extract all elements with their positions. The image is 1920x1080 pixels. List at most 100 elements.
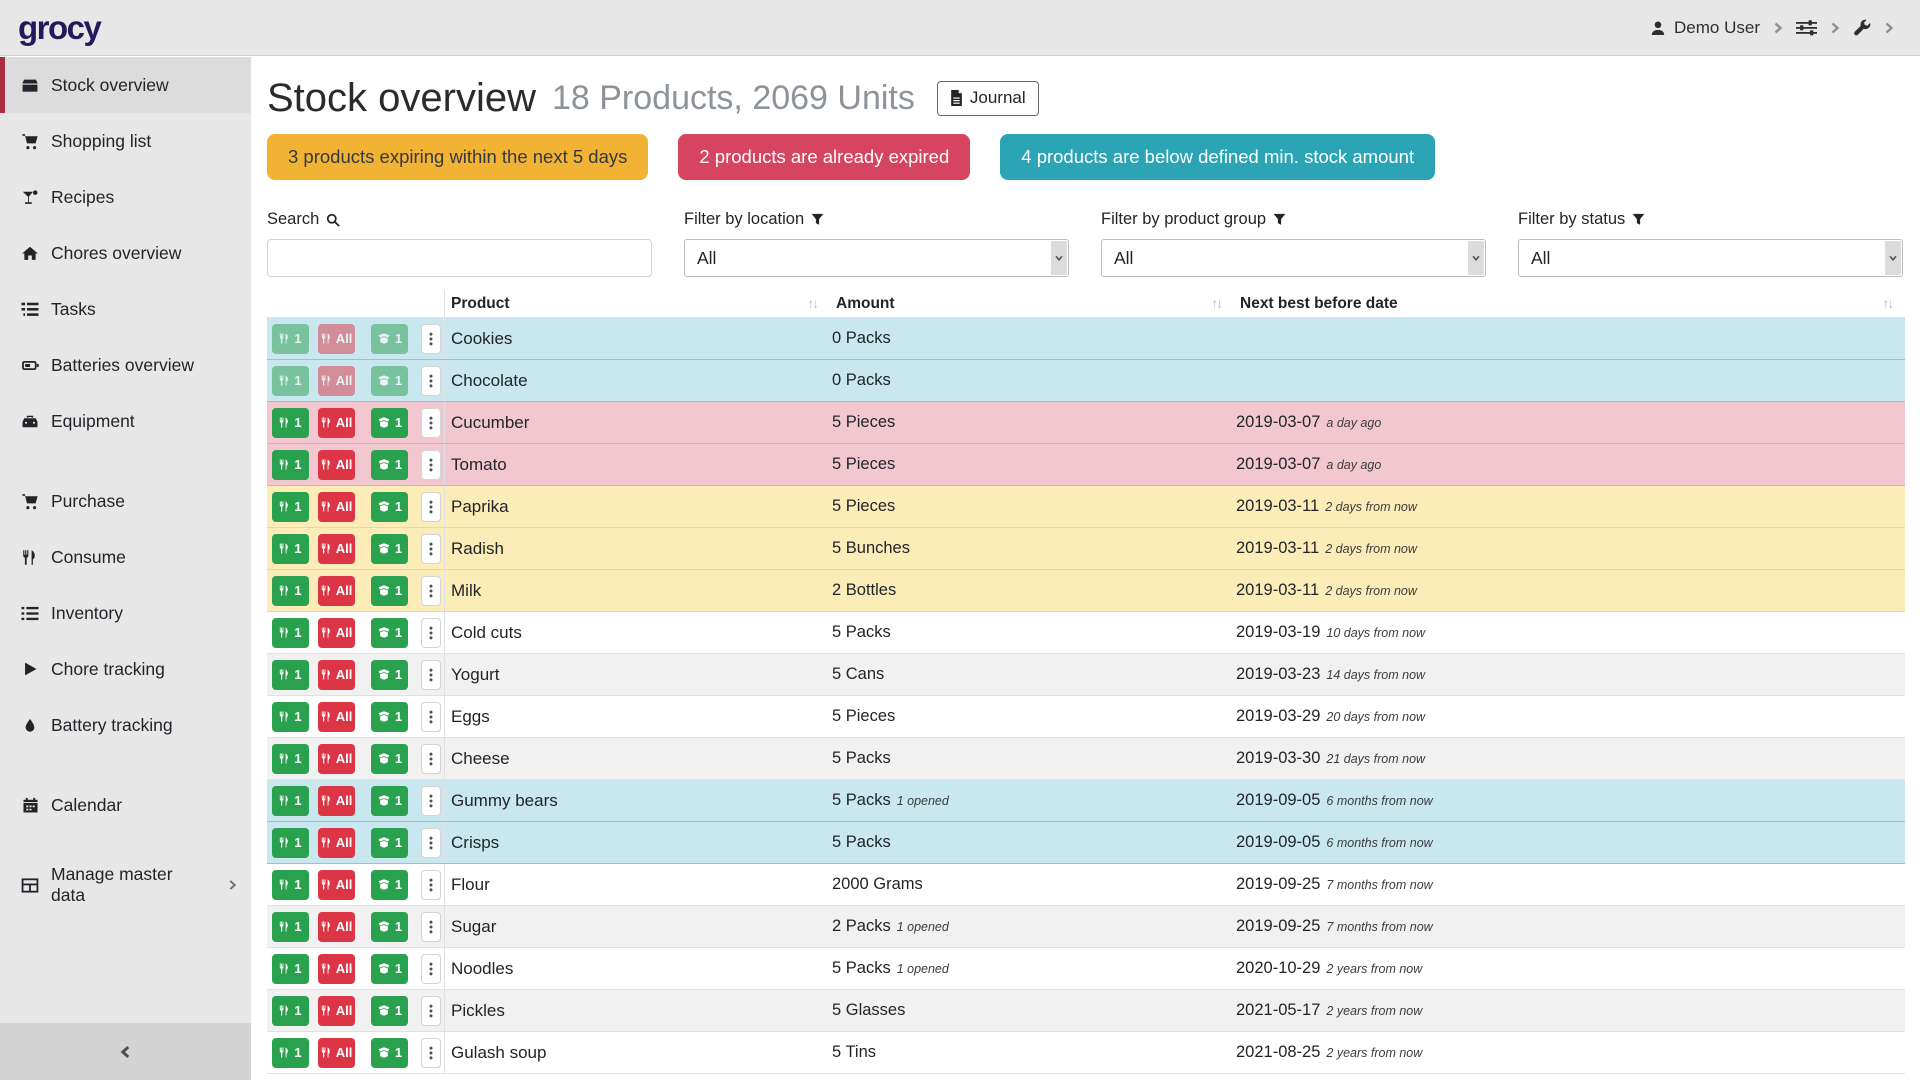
grocy-logo[interactable]: grocy [18,11,100,44]
mark-opened-button[interactable]: 1 [371,408,408,438]
consume-one-button[interactable]: 1 [272,450,309,480]
consume-all-button[interactable]: All [318,366,355,396]
mark-opened-button[interactable]: 1 [371,912,408,942]
consume-all-button[interactable]: All [318,534,355,564]
consume-one-button[interactable]: 1 [272,702,309,732]
sidebar-item-tasks[interactable]: Tasks [0,281,251,337]
row-menu-button[interactable] [421,534,441,564]
consume-one-button[interactable]: 1 [272,954,309,984]
consume-one-button[interactable]: 1 [272,660,309,690]
search-input[interactable] [267,239,652,277]
sidebar-item-chore-tracking[interactable]: Chore tracking [0,641,251,697]
mark-opened-button[interactable]: 1 [371,702,408,732]
location-select[interactable]: All [684,239,1069,277]
sidebar-item-battery-tracking[interactable]: Battery tracking [0,697,251,753]
sidebar-collapse-button[interactable] [0,1023,251,1080]
consume-one-button[interactable]: 1 [272,828,309,858]
row-menu-button[interactable] [421,744,441,774]
expired-products-badge[interactable]: 2 products are already expired [678,134,970,180]
sidebar-item-manage-master-data[interactable]: Manage master data [0,857,251,913]
consume-all-button[interactable]: All [318,954,355,984]
mark-opened-button[interactable]: 1 [371,492,408,522]
consume-all-button[interactable]: All [318,1038,355,1068]
status-select[interactable]: All [1518,239,1903,277]
consume-all-button[interactable]: All [318,576,355,606]
mark-opened-button[interactable]: 1 [371,744,408,774]
consume-one-button[interactable]: 1 [272,996,309,1026]
product-group-select[interactable]: All [1101,239,1486,277]
row-menu-button[interactable] [421,618,441,648]
sidebar-item-calendar[interactable]: Calendar [0,777,251,833]
consume-one-button[interactable]: 1 [272,408,309,438]
row-menu-button[interactable] [421,996,441,1026]
consume-all-button[interactable]: All [318,492,355,522]
consume-one-button[interactable]: 1 [272,534,309,564]
mark-opened-button[interactable]: 1 [371,996,408,1026]
admin-tools-button[interactable] [1853,19,1871,37]
mark-opened-button[interactable]: 1 [371,828,408,858]
amount-column-header[interactable]: Amount ↑↓ [830,290,1234,317]
mark-opened-button[interactable]: 1 [371,576,408,606]
consume-all-button[interactable]: All [318,996,355,1026]
consume-all-button[interactable]: All [318,744,355,774]
mark-opened-button[interactable]: 1 [371,786,408,816]
row-menu-button[interactable] [421,954,441,984]
consume-all-button[interactable]: All [318,870,355,900]
sidebar-item-consume[interactable]: Consume [0,529,251,585]
settings-menu-button[interactable] [1796,19,1817,37]
mark-opened-button[interactable]: 1 [371,324,408,354]
row-menu-button[interactable] [421,450,441,480]
row-menu-button[interactable] [421,702,441,732]
consume-one-button[interactable]: 1 [272,576,309,606]
consume-all-button[interactable]: All [318,408,355,438]
consume-one-button[interactable]: 1 [272,786,309,816]
consume-all-button[interactable]: All [318,702,355,732]
consume-one-button[interactable]: 1 [272,324,309,354]
row-menu-button[interactable] [421,912,441,942]
sidebar-item-purchase[interactable]: Purchase [0,473,251,529]
sidebar-item-equipment[interactable]: Equipment [0,393,251,449]
mark-opened-button[interactable]: 1 [371,450,408,480]
row-menu-button[interactable] [421,576,441,606]
row-menu-button[interactable] [421,870,441,900]
sidebar-item-shopping-list[interactable]: Shopping list [0,113,251,169]
mark-opened-button[interactable]: 1 [371,870,408,900]
consume-all-button[interactable]: All [318,324,355,354]
consume-one-button[interactable]: 1 [272,492,309,522]
mark-opened-button[interactable]: 1 [371,618,408,648]
row-menu-button[interactable] [421,324,441,354]
consume-one-button[interactable]: 1 [272,912,309,942]
consume-all-button[interactable]: All [318,660,355,690]
mark-opened-button[interactable]: 1 [371,366,408,396]
mark-opened-button[interactable]: 1 [371,1038,408,1068]
consume-all-button[interactable]: All [318,786,355,816]
mark-opened-button[interactable]: 1 [371,954,408,984]
consume-one-button[interactable]: 1 [272,1038,309,1068]
row-menu-button[interactable] [421,492,441,522]
sidebar-item-inventory[interactable]: Inventory [0,585,251,641]
sidebar-item-recipes[interactable]: Recipes [0,169,251,225]
journal-button[interactable]: Journal [937,81,1039,116]
sidebar-item-stock-overview[interactable]: Stock overview [0,57,251,113]
consume-all-button[interactable]: All [318,828,355,858]
expiring-products-badge[interactable]: 3 products expiring within the next 5 da… [267,134,648,180]
row-menu-button[interactable] [421,366,441,396]
product-column-header[interactable]: Product ↑↓ [445,290,830,317]
mark-opened-button[interactable]: 1 [371,660,408,690]
consume-one-button[interactable]: 1 [272,870,309,900]
row-menu-button[interactable] [421,1038,441,1068]
mark-opened-button[interactable]: 1 [371,534,408,564]
row-menu-button[interactable] [421,408,441,438]
best-before-column-header[interactable]: Next best before date ↑↓ [1234,290,1905,317]
sidebar-item-chores-overview[interactable]: Chores overview [0,225,251,281]
consume-all-button[interactable]: All [318,618,355,648]
consume-one-button[interactable]: 1 [272,744,309,774]
sidebar-item-batteries-overview[interactable]: Batteries overview [0,337,251,393]
below-min-stock-badge[interactable]: 4 products are below defined min. stock … [1000,134,1435,180]
row-menu-button[interactable] [421,786,441,816]
consume-one-button[interactable]: 1 [272,366,309,396]
consume-all-button[interactable]: All [318,912,355,942]
user-menu-button[interactable]: Demo User [1650,18,1760,38]
consume-all-button[interactable]: All [318,450,355,480]
row-menu-button[interactable] [421,828,441,858]
